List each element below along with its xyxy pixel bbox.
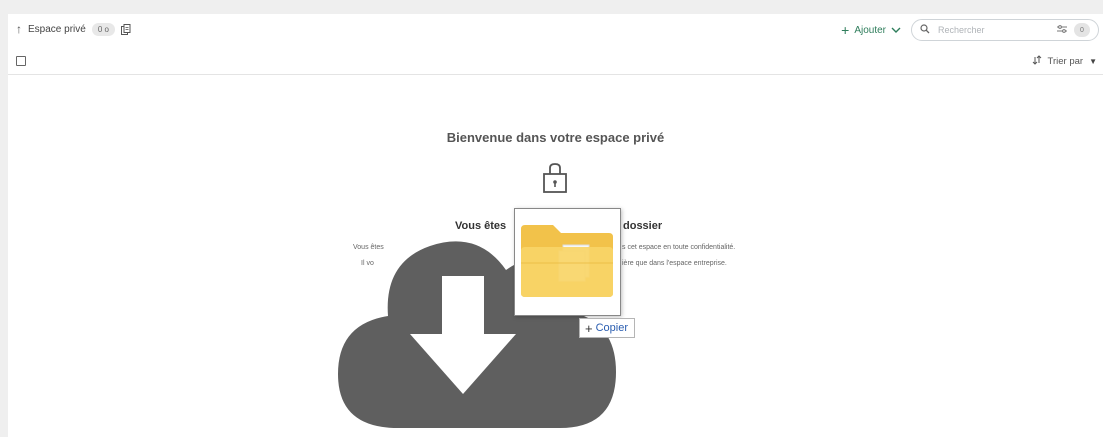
breadcrumb: ↑ Espace privé 0 o: [16, 22, 131, 36]
dragged-item-thumbnail: [514, 208, 621, 316]
chevron-down-icon: [891, 25, 901, 35]
clipboard-icon[interactable]: [120, 23, 131, 35]
add-button-label: Ajouter: [854, 24, 886, 36]
plus-icon: +: [585, 320, 593, 336]
sort-label: Trier par: [1047, 56, 1084, 67]
breadcrumb-label[interactable]: Espace privé: [28, 24, 86, 35]
size-badge: 0 o: [91, 22, 115, 36]
arrow-up-icon[interactable]: ↑: [16, 22, 22, 36]
filter-count-badge: 0: [1074, 23, 1090, 37]
search-box: 0: [911, 19, 1099, 41]
select-all-checkbox[interactable]: [16, 56, 26, 66]
folder-icon: [521, 225, 613, 297]
line1-right: s cet espace en toute confidentialité.: [622, 244, 736, 251]
search-icon: [920, 21, 930, 39]
add-button[interactable]: + Ajouter: [841, 23, 901, 37]
search-input[interactable]: [936, 24, 1050, 36]
lock-icon: [542, 162, 568, 199]
line2-right: ière que dans l'espace entreprise.: [622, 260, 727, 267]
toolbar-actions: + Ajouter Rechercher 0: [841, 19, 1099, 41]
empty-state-title: Bienvenue dans votre espace privé: [446, 130, 665, 145]
copy-label: Copier: [595, 322, 628, 334]
heading-right: dossier: [623, 220, 663, 232]
sort-control[interactable]: Trier par ▼: [1032, 55, 1097, 68]
plus-icon: +: [841, 22, 850, 38]
sort-icon: [1032, 55, 1042, 68]
filter-icon[interactable]: [1056, 21, 1068, 39]
copy-drop-tooltip: + Copier: [579, 318, 635, 338]
list-header: Trier par ▼: [8, 48, 1103, 75]
caret-down-icon: ▼: [1089, 57, 1097, 66]
toolbar: ↑ Espace privé 0 o + Ajouter Rechercher …: [8, 14, 1103, 48]
